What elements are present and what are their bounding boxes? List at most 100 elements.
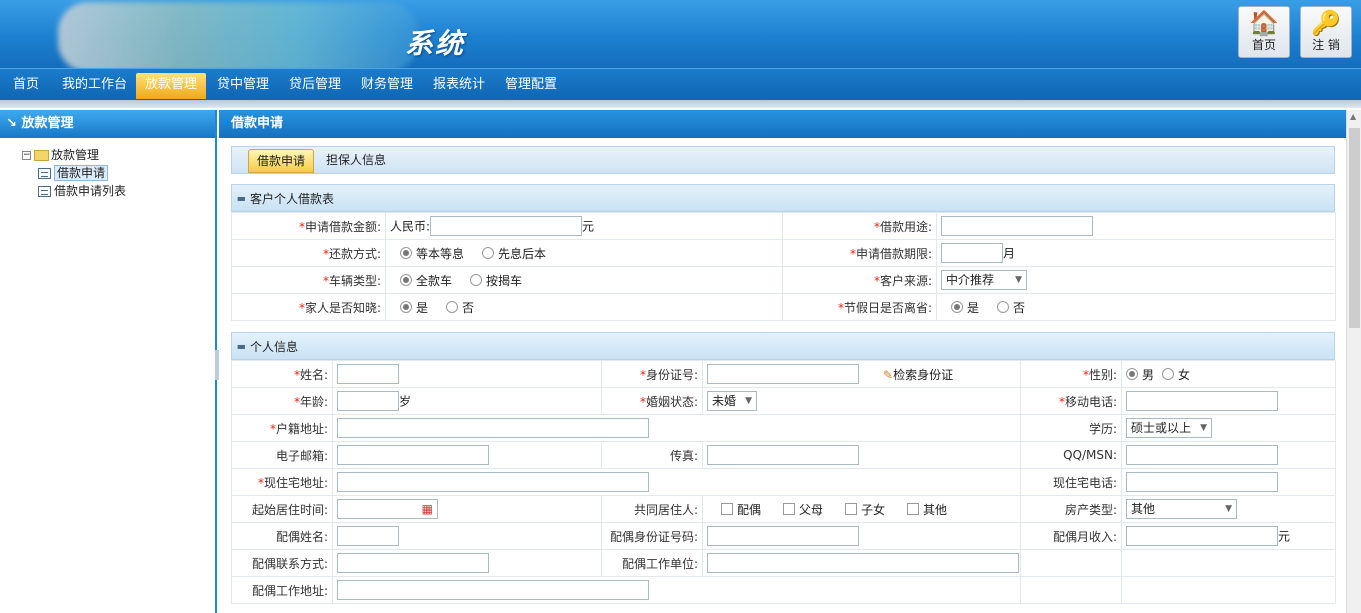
spouse-income-input[interactable] [1126, 526, 1278, 546]
family-yes-radio[interactable] [400, 301, 412, 313]
holiday-no-radio[interactable] [997, 301, 1010, 313]
tab-guarantor[interactable]: 担保人信息 [318, 149, 394, 173]
vehicle-full-radio[interactable] [400, 274, 412, 286]
repay-interest-first-radio[interactable] [482, 247, 495, 259]
tab-loan-apply[interactable]: 借款申请 [248, 149, 315, 173]
qq-cell [1121, 441, 1336, 469]
customer-source-select[interactable]: 中介推荐 ▼ [941, 270, 1027, 290]
family-no-radio[interactable] [446, 301, 459, 313]
spouse-name-cell [332, 522, 602, 550]
loan-term-input[interactable] [941, 243, 1003, 263]
home-button[interactable]: 🏠 首页 [1238, 6, 1290, 58]
spouse-company-input[interactable] [707, 553, 1019, 573]
nav-post-loan[interactable]: 贷后管理 [280, 73, 350, 99]
loan-amount-input[interactable] [430, 216, 583, 236]
spouse-work-address-input[interactable] [337, 580, 649, 600]
home-button-label: 首页 [1251, 38, 1276, 52]
age-cell: 岁 [332, 387, 602, 415]
repay-cell: 等本等息 先息后本 [385, 239, 783, 267]
nav-finance[interactable]: 财务管理 [352, 73, 422, 99]
sidebar: ↘ 放款管理 − 放款管理 借款申请 借款申请列表 [0, 110, 217, 613]
nav-workbench[interactable]: 我的工作台 [53, 73, 136, 99]
cohabit-parents-checkbox[interactable] [783, 503, 796, 515]
name-cell [332, 360, 602, 388]
section-loan-form: 客户个人借款表 [231, 184, 1335, 213]
id-number-input[interactable] [707, 364, 859, 384]
section-personal-info: 个人信息 [231, 332, 1335, 361]
spouse-income-cell: 元 [1121, 522, 1336, 550]
cohabit-children-checkbox[interactable] [845, 503, 858, 515]
current-address-input[interactable] [337, 472, 649, 492]
logout-button-label: 注 销 [1312, 38, 1340, 52]
system-title: 系统 [405, 27, 466, 60]
nav-reports[interactable]: 报表统计 [424, 73, 494, 99]
amount-cell: 人民币: 元 [385, 212, 783, 240]
empty-cell [1121, 549, 1336, 577]
gender-male-radio[interactable] [1126, 368, 1138, 380]
repay-equal-radio[interactable] [400, 247, 412, 259]
logout-button[interactable]: 🔑 注 销 [1300, 6, 1352, 58]
app-header: 系统 🏠 首页 🔑 注 销 [0, 0, 1361, 72]
folder-icon [34, 150, 49, 161]
page-icon [38, 168, 51, 179]
nav-loan-disbursement[interactable]: 放款管理 [136, 73, 207, 99]
tree-item-loan-apply[interactable]: 借款申请 [22, 164, 215, 182]
fax-input[interactable] [707, 445, 859, 465]
age-input[interactable] [337, 391, 399, 411]
loan-form-table: *申请借款金额: 人民币: 元 *借款用途: *还款方式: 等本等息 先息后本 *申… [231, 212, 1336, 321]
address-cell [332, 468, 1021, 496]
marital-status-select[interactable]: 未婚 ▼ [707, 391, 757, 411]
collapse-icon[interactable]: − [22, 151, 31, 160]
nav-tree: − 放款管理 借款申请 借款申请列表 [0, 138, 215, 200]
page-scrollbar[interactable]: ▲ [1346, 110, 1361, 613]
calendar-icon[interactable]: ▦ [422, 500, 433, 518]
name-input[interactable] [337, 364, 399, 384]
spouse-contact-cell [332, 549, 602, 577]
tree-root-label: 放款管理 [51, 148, 100, 162]
main-content: 借款申请 借款申请 担保人信息 客户个人借款表 *申请借款金额: 人民币: 元 *… [219, 110, 1346, 613]
spouse-contact-input[interactable] [337, 553, 489, 573]
holiday-yes-radio[interactable] [951, 301, 963, 313]
home-phone-input[interactable] [1126, 472, 1278, 492]
vehicle-mortgage-radio[interactable] [470, 274, 483, 286]
email-input[interactable] [337, 445, 489, 465]
scroll-up-icon[interactable]: ▲ [1350, 112, 1356, 121]
qq-msn-input[interactable] [1126, 445, 1278, 465]
holiday-label: *节假日是否离省: [782, 293, 937, 321]
nav-in-loan[interactable]: 贷中管理 [208, 73, 278, 99]
tree-root[interactable]: − 放款管理 [22, 146, 215, 164]
loan-purpose-input[interactable] [941, 216, 1093, 236]
scrollbar-thumb[interactable] [1349, 128, 1360, 328]
nav-config[interactable]: 管理配置 [496, 73, 566, 99]
empty-cell [1020, 576, 1122, 604]
spouse-name-input[interactable] [337, 526, 399, 546]
start-time-cell: ▦ [332, 495, 602, 523]
property-type-select[interactable]: 其他 ▼ [1126, 499, 1237, 519]
tree-item-loan-list[interactable]: 借款申请列表 [22, 182, 215, 200]
income-unit: 元 [1278, 529, 1291, 544]
hukou-address-input[interactable] [337, 418, 649, 438]
key-icon: 🔑 [1311, 9, 1341, 37]
spouse-work-addr-label: 配偶工作地址: [231, 576, 333, 604]
personal-form-table: *姓名: *身份证号: ✎检索身份证 *性别: 男女 *年龄: 岁 *婚姻状态:… [231, 360, 1336, 604]
search-id-link[interactable]: ✎检索身份证 [883, 368, 953, 382]
tree-item-label: 借款申请列表 [54, 184, 127, 198]
sidebar-title-text: 放款管理 [21, 116, 74, 131]
address-label: *现住宅地址: [231, 468, 333, 496]
cohabit-spouse-checkbox[interactable] [721, 503, 733, 515]
cohabit-other-checkbox[interactable] [907, 503, 920, 515]
arrow-icon: ↘ [6, 116, 17, 131]
nav-home[interactable]: 首页 [4, 73, 48, 99]
repay-label: *还款方式: [231, 239, 386, 267]
term-label: *申请借款期限: [782, 239, 937, 267]
vehicle-label: *车辆类型: [231, 266, 386, 294]
start-time-date-input[interactable]: ▦ [337, 499, 438, 519]
spouse-id-input[interactable] [707, 526, 859, 546]
age-label: *年龄: [231, 387, 333, 415]
education-select[interactable]: 硕士或以上 ▼ [1126, 418, 1212, 438]
id-label: *身份证号: [601, 360, 703, 388]
mobile-input[interactable] [1126, 391, 1278, 411]
gender-female-radio[interactable] [1162, 368, 1175, 380]
home-phone-cell [1121, 468, 1336, 496]
marital-cell: 未婚 ▼ [702, 387, 1021, 415]
